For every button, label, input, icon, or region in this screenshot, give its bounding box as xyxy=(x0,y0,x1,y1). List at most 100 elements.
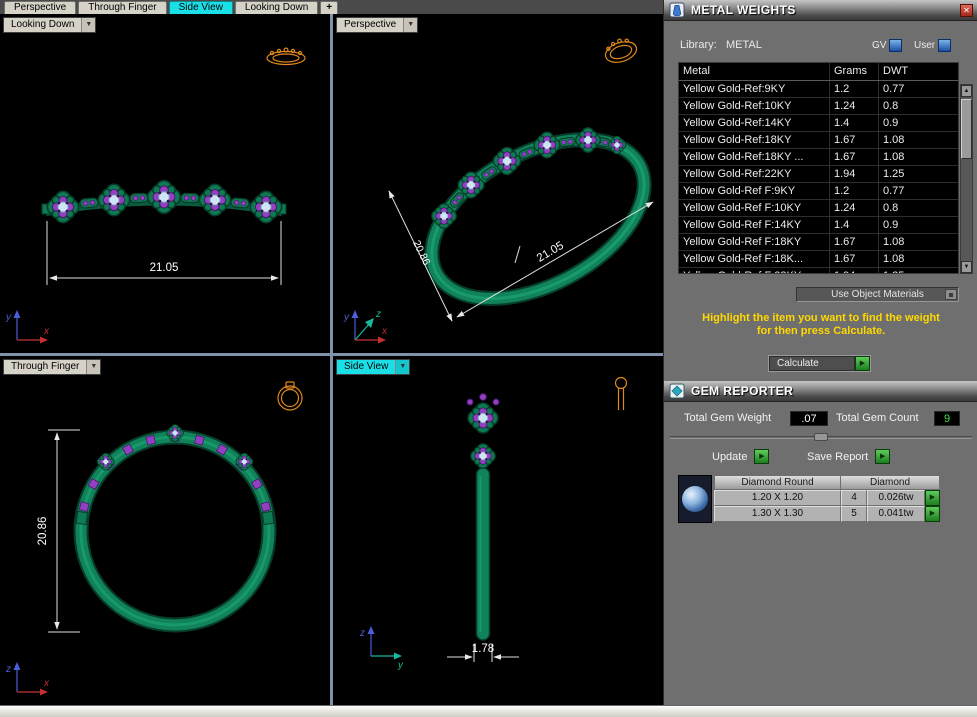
tab-side-view[interactable]: Side View xyxy=(169,1,233,14)
metal-cell: Yellow Gold-Ref:10KY xyxy=(679,98,829,114)
gv-button[interactable]: GV xyxy=(872,39,902,52)
dimension-label: 20.86 xyxy=(37,517,49,546)
panel-title: GEM REPORTER xyxy=(691,384,793,398)
column-header-metal[interactable]: Metal xyxy=(679,63,829,80)
use-object-materials-dropdown[interactable]: Use Object Materials xyxy=(796,287,959,302)
metal-cell: 1.2 xyxy=(829,81,878,97)
chevron-down-icon[interactable]: ▼ xyxy=(395,360,409,374)
dimension-label: 1.78 xyxy=(472,643,494,655)
metal-row[interactable]: Yellow Gold-Ref F:14KY1.40.9 xyxy=(679,217,958,234)
metal-cell: 1.08 xyxy=(878,234,958,250)
panel-splitter-handle[interactable] xyxy=(814,433,828,441)
viewport-title-label[interactable]: Side View xyxy=(337,360,395,374)
metal-weights-header: METAL WEIGHTS ✕ xyxy=(664,0,977,21)
dimension-label: 21.05 xyxy=(150,262,179,274)
metal-cell: 0.9 xyxy=(878,115,958,131)
gem-row: 1.30 X 1.3050.041tw▶ xyxy=(714,506,940,522)
column-header-grams[interactable]: Grams xyxy=(829,63,878,80)
metal-cell: 1.4 xyxy=(829,217,878,233)
tab-bar: PerspectiveThrough FingerSide ViewLookin… xyxy=(0,0,663,14)
tab-new-viewport[interactable]: + xyxy=(320,1,338,14)
svg-text:y: y xyxy=(397,660,404,671)
save-report-go-icon[interactable]: ▶ xyxy=(875,449,890,464)
metal-row[interactable]: Yellow Gold-Ref:14KY1.40.9 xyxy=(679,115,958,132)
viewport-title-label[interactable]: Through Finger xyxy=(4,360,86,374)
column-header-dwt[interactable]: DWT xyxy=(878,63,958,80)
metal-cell: 0.9 xyxy=(878,217,958,233)
scrollbar-thumb[interactable] xyxy=(961,99,972,159)
view-orientation-icon xyxy=(602,35,639,66)
gem-table: Diamond Round Diamond 1.20 X 1.2040.026t… xyxy=(714,475,940,522)
viewport-title-side-view[interactable]: Side View ▼ xyxy=(336,359,410,375)
close-icon[interactable]: ✕ xyxy=(960,4,973,17)
metal-cell: Yellow Gold-Ref:22KY xyxy=(679,166,829,182)
viewport-title-looking-down[interactable]: Looking Down ▼ xyxy=(3,17,96,33)
perspective-canvas[interactable]: 21.05 20.86 y z x xyxy=(333,14,663,353)
viewport-looking-down[interactable]: 21.05 y x Looking Down ▼ xyxy=(0,14,330,353)
update-button[interactable]: Update xyxy=(712,451,747,463)
viewport-title-label[interactable]: Perspective xyxy=(337,18,403,32)
metal-cell: Yellow Gold-Ref F:18K... xyxy=(679,251,829,267)
gem-reporter-icon xyxy=(669,383,685,399)
metal-row[interactable]: Yellow Gold-Ref F:10KY1.240.8 xyxy=(679,200,958,217)
metal-cell: Yellow Gold-Ref F:14KY xyxy=(679,217,829,233)
metal-table-scrollbar[interactable]: ▲ ▼ xyxy=(960,84,973,274)
gem-row-expand-icon[interactable]: ▶ xyxy=(925,506,940,522)
viewport-side-view[interactable]: 1.78 z y Side View ▼ xyxy=(333,356,663,705)
metal-cell: 0.77 xyxy=(878,183,958,199)
tab-through-finger[interactable]: Through Finger xyxy=(78,1,166,14)
use-object-materials-menu-icon[interactable] xyxy=(945,289,957,300)
metal-row[interactable]: Yellow Gold-Ref:22KY1.941.25 xyxy=(679,166,958,183)
chevron-down-icon[interactable]: ▼ xyxy=(86,360,100,374)
calculate-button[interactable]: Calculate xyxy=(769,356,855,371)
metal-row[interactable]: Yellow Gold-Ref F:18KY1.671.08 xyxy=(679,234,958,251)
side-view-canvas[interactable]: 1.78 z y xyxy=(333,356,663,705)
scroll-up-icon[interactable]: ▲ xyxy=(961,85,972,97)
looking-down-canvas[interactable]: 21.05 y x xyxy=(0,14,330,353)
metal-cell: Yellow Gold-Ref:18KY xyxy=(679,132,829,148)
metal-row[interactable]: Yellow Gold-Ref:18KY1.671.08 xyxy=(679,132,958,149)
metal-cell: 1.08 xyxy=(878,149,958,165)
metal-cell: 1.4 xyxy=(829,115,878,131)
scroll-down-icon[interactable]: ▼ xyxy=(961,261,972,273)
viewport-through-finger[interactable]: 20.86 z x Through Finger ▼ xyxy=(0,356,330,705)
metal-cell: 1.67 xyxy=(829,149,878,165)
viewport-perspective[interactable]: 21.05 20.86 y z x xyxy=(333,14,663,353)
metal-cell: Yellow Gold-Ref:18KY ... xyxy=(679,149,829,165)
metal-cell: Yellow Gold-Ref:9KY xyxy=(679,81,829,97)
gv-icon[interactable] xyxy=(889,39,902,52)
metal-row[interactable]: Yellow Gold-Ref:18KY ...1.671.08 xyxy=(679,149,958,166)
gem-reporter-header: GEM REPORTER ✕ xyxy=(664,381,977,402)
metal-weights-table: Metal Grams DWT Yellow Gold-Ref:9KY1.20.… xyxy=(678,62,959,274)
viewport-title-through-finger[interactable]: Through Finger ▼ xyxy=(3,359,101,375)
metal-cell: 1.67 xyxy=(829,132,878,148)
gem-table-body: 1.20 X 1.2040.026tw▶1.30 X 1.3050.041tw▶ xyxy=(714,490,940,522)
chevron-down-icon[interactable]: ▼ xyxy=(403,18,417,32)
through-finger-canvas[interactable]: 20.86 z x xyxy=(0,356,330,705)
metal-row[interactable]: Yellow Gold-Ref:9KY1.20.77 xyxy=(679,81,958,98)
metal-cell: 0.8 xyxy=(878,200,958,216)
metal-row[interactable]: Yellow Gold-Ref F:18K...1.671.08 xyxy=(679,251,958,268)
gem-weight-cell: 0.041tw xyxy=(867,506,925,522)
metal-row[interactable]: Yellow Gold-Ref F:9KY1.20.77 xyxy=(679,183,958,200)
calculate-go-icon[interactable]: ▶ xyxy=(855,356,870,371)
metal-cell: Yellow Gold-Ref F:18KY xyxy=(679,234,829,250)
tab-perspective[interactable]: Perspective xyxy=(4,1,76,14)
tab-looking-down[interactable]: Looking Down xyxy=(235,1,318,14)
library-label: Library: xyxy=(680,39,717,51)
viewport-title-perspective[interactable]: Perspective ▼ xyxy=(336,17,418,33)
metal-row[interactable]: Yellow Gold-Ref F:22KY1.941.25 xyxy=(679,268,958,274)
gem-row-expand-icon[interactable]: ▶ xyxy=(925,490,940,506)
gem-actions-row: Update ▶ Save Report ▶ xyxy=(664,449,977,465)
user-icon[interactable] xyxy=(938,39,951,52)
update-go-icon[interactable]: ▶ xyxy=(754,449,769,464)
panel-title: METAL WEIGHTS xyxy=(691,3,796,17)
use-object-materials-label: Use Object Materials xyxy=(831,289,924,300)
metal-cell: 1.94 xyxy=(829,268,878,274)
metal-row[interactable]: Yellow Gold-Ref:10KY1.240.8 xyxy=(679,98,958,115)
user-button[interactable]: User xyxy=(914,39,951,52)
metal-cell: 1.08 xyxy=(878,251,958,267)
viewport-title-label[interactable]: Looking Down xyxy=(4,18,81,32)
save-report-button[interactable]: Save Report xyxy=(807,451,868,463)
chevron-down-icon[interactable]: ▼ xyxy=(81,18,95,32)
